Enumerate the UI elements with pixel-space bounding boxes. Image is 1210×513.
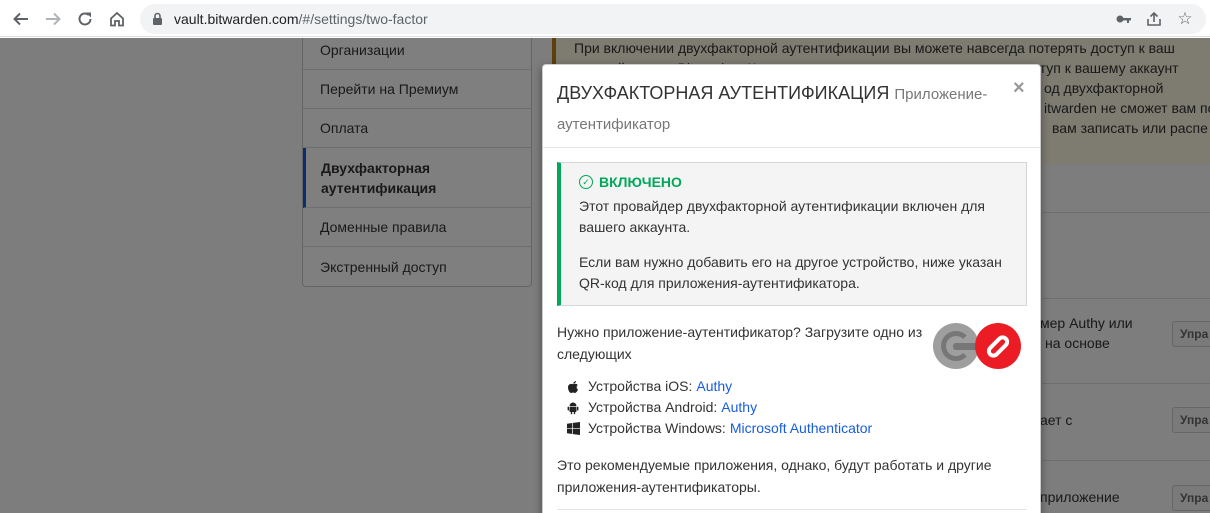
modal-title-text: ДВУХФАКТОРНАЯ АУТЕНТИФИКАЦИЯ [557, 83, 890, 103]
platform-label: Устройства Android: [588, 399, 718, 415]
platform-label: Устройства Windows: [588, 420, 726, 436]
authy-ios-link[interactable]: Authy [696, 376, 732, 397]
lock-icon[interactable] [152, 12, 163, 31]
authy-logo-icon [975, 323, 1021, 369]
star-icon[interactable]: ☆ [1175, 9, 1195, 29]
authenticator-logos [933, 321, 1023, 371]
authy-android-link[interactable]: Authy [721, 397, 757, 418]
list-item: Устройства Android: Authy [565, 397, 872, 418]
enabled-alert: ✓ ВКЛЮЧЕНО Этот провайдер двухфакторной … [557, 162, 1027, 306]
google-authenticator-logo-icon [933, 323, 979, 369]
address-bar[interactable]: vault.bitwarden.com/#/settings/two-facto… [140, 4, 1206, 34]
modal-title: ДВУХФАКТОРНАЯ АУТЕНТИФИКАЦИЯ Приложение-… [557, 79, 997, 139]
platform-list: Устройства iOS: Authy Устройства Android… [565, 376, 872, 439]
check-circle-icon: ✓ [579, 175, 593, 189]
close-icon[interactable]: × [1013, 77, 1025, 100]
microsoft-authenticator-link[interactable]: Microsoft Authenticator [730, 418, 872, 439]
home-icon[interactable] [104, 6, 130, 32]
key-icon[interactable] [1114, 9, 1134, 29]
two-factor-authenticator-modal: ДВУХФАКТОРНАЯ АУТЕНТИФИКАЦИЯ Приложение-… [542, 64, 1041, 513]
share-icon[interactable] [1144, 9, 1164, 29]
forward-arrow-icon[interactable] [40, 6, 66, 32]
list-item: Устройства Windows: Microsoft Authentica… [565, 418, 872, 439]
alert-title: ✓ ВКЛЮЧЕНО [579, 174, 1026, 190]
need-app-text: Нужно приложение-аутентификатор? Загрузи… [557, 324, 923, 362]
windows-icon [565, 422, 581, 435]
alert-message: Этот провайдер двухфакторной аутентифика… [579, 198, 985, 235]
url-text[interactable]: vault.bitwarden.com/#/settings/two-facto… [174, 11, 428, 27]
platform-label: Устройства iOS: [588, 378, 693, 394]
android-icon [565, 401, 581, 415]
recommendation-text: Это рекомендуемые приложения, однако, бу… [557, 457, 992, 495]
browser-toolbar: vault.bitwarden.com/#/settings/two-facto… [0, 0, 1210, 37]
reload-icon[interactable] [72, 6, 98, 32]
alert-message: Если вам нужно добавить его на другое ус… [579, 254, 1002, 291]
back-arrow-icon[interactable] [8, 6, 34, 32]
alert-title-text: ВКЛЮЧЕНО [599, 174, 682, 190]
modal-header: ДВУХФАКТОРНАЯ АУТЕНТИФИКАЦИЯ Приложение-… [543, 65, 1040, 148]
apple-icon [565, 380, 581, 394]
modal-divider [557, 509, 1027, 510]
list-item: Устройства iOS: Authy [565, 376, 872, 397]
